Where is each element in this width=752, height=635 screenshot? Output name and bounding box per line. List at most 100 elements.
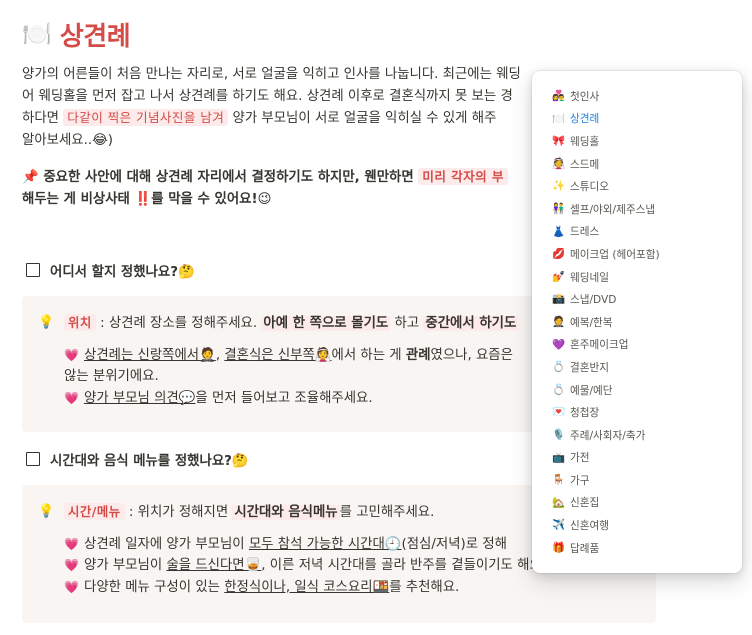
menu-item-label: 셀프/야외/제주스냅 bbox=[570, 203, 656, 216]
menu-item-7[interactable]: 💋 메이크업 (헤어포함) bbox=[532, 243, 742, 266]
list-item: 💗 다양한 메뉴 구성이 있는 한정식이나, 일식 코스요리🍱를 추천해요. bbox=[64, 577, 642, 599]
photo-highlight: 다같이 찍은 기념사진을 남겨 bbox=[63, 109, 229, 126]
intro-text: 하다면 bbox=[22, 111, 64, 126]
menu-item-19[interactable]: ✈️ 신혼여행 bbox=[532, 514, 742, 537]
heart-icon: 💗 bbox=[64, 390, 79, 405]
important-text: 를 막을 수 있어요!😉 bbox=[151, 191, 272, 207]
menu-item-icon: 🏡 bbox=[552, 496, 566, 509]
menu-item-label: 가구 bbox=[570, 474, 590, 487]
item-text: 상견례는 신랑쪽에서🤵 bbox=[84, 347, 216, 363]
menu-item-20[interactable]: 🎁 답례품 bbox=[532, 537, 742, 560]
callout-text-part: : 상견례 장소를 정해주세요. bbox=[95, 316, 262, 331]
menu-item-label: 청첩장 bbox=[570, 407, 600, 420]
menu-item-label: 웨딩네일 bbox=[570, 271, 609, 284]
menu-item-icon: ✈️ bbox=[552, 519, 566, 532]
menu-item-icon: ✨ bbox=[552, 180, 566, 193]
lightbulb-icon: 💡 bbox=[38, 504, 55, 519]
item-text: 한정식이나, 일식 코스요리🍱 bbox=[224, 579, 390, 595]
menu-item-label: 가전 bbox=[570, 452, 590, 465]
heart-icon: 💗 bbox=[64, 347, 79, 362]
menu-item-label: 결혼반지 bbox=[570, 361, 609, 374]
menu-item-icon: 🍽️ bbox=[552, 112, 566, 125]
menu-item-icon: 💋 bbox=[552, 248, 566, 261]
important-text: 해두는 게 비상사태 bbox=[22, 191, 135, 207]
menu-item-label: 답례품 bbox=[570, 542, 600, 555]
menu-item-1[interactable]: 🍽️ 상견례 bbox=[532, 108, 742, 131]
menu-item-6[interactable]: 👗 드레스 bbox=[532, 221, 742, 244]
item-text: 상견례 일자에 양가 부모님이 bbox=[84, 536, 249, 552]
menu-item-icon: 💍 bbox=[552, 361, 566, 374]
bold-highlight: 시간대와 음식메뉴 bbox=[232, 505, 340, 520]
menu-item-3[interactable]: 👰 스드메 bbox=[532, 153, 742, 176]
menu-item-icon: 💜 bbox=[552, 338, 566, 351]
menu-item-icon: 💌 bbox=[552, 406, 566, 419]
item-text: 않는 분위기에요. bbox=[64, 369, 159, 384]
menu-item-icon: 💍 bbox=[552, 383, 566, 396]
double-exclamation-icon: ‼️ bbox=[134, 191, 152, 207]
menu-item-14[interactable]: 💌 청첩장 bbox=[532, 401, 742, 424]
time-menu-tag: 시간/메뉴 bbox=[64, 503, 125, 520]
item-text: 였으나, 요즘은 bbox=[430, 347, 513, 363]
item-text: 에서 하는 게 bbox=[331, 347, 406, 363]
item-text: 결혼식은 신부쪽👰 bbox=[224, 347, 332, 363]
todo-time-menu: 시간대와 음식 메뉴를 정했나요?🤔 bbox=[26, 449, 249, 469]
menu-item-16[interactable]: 📺 가전 bbox=[532, 447, 742, 470]
menu-item-icon: 📺 bbox=[552, 451, 566, 464]
item-text: 양가 부모님 의견💬 bbox=[84, 390, 196, 406]
menu-item-label: 혼주메이크업 bbox=[570, 339, 629, 352]
page-link-menu: 👩‍❤️‍👨 첫인사 🍽️ 상견례 🎀 웨딩홀 👰 스드메 ✨ 스튜디오 👫 셀프/야외/제주스냅 👗 드… bbox=[532, 71, 742, 573]
menu-item-15[interactable]: 🎙️ 주례/사회자/축가 bbox=[532, 424, 742, 447]
menu-item-label: 스튜디오 bbox=[570, 181, 609, 194]
menu-item-icon: 👰 bbox=[552, 157, 566, 170]
bold-highlight: 아예 한 쪽으로 몰기도 bbox=[261, 316, 391, 331]
todo-label[interactable]: 어디서 할지 정했나요?🤔 bbox=[50, 260, 195, 280]
menu-item-label: 신혼여행 bbox=[570, 520, 609, 533]
menu-item-8[interactable]: 💅 웨딩네일 bbox=[532, 266, 742, 289]
todo-label[interactable]: 시간대와 음식 메뉴를 정했나요?🤔 bbox=[50, 449, 249, 469]
menu-item-icon: 🤵 bbox=[552, 315, 566, 328]
pin-icon: 📌 bbox=[22, 170, 39, 185]
callout-text-part: 하고 bbox=[390, 316, 424, 331]
menu-item-4[interactable]: ✨ 스튜디오 bbox=[532, 175, 742, 198]
page-header: 🍽️ 상견례 bbox=[22, 14, 131, 54]
dining-icon[interactable]: 🍽️ bbox=[22, 22, 52, 46]
menu-item-icon: 📸 bbox=[552, 293, 566, 306]
item-text: , 이른 저녁 시간대를 골라 반주를 곁들이기도 해요. bbox=[261, 558, 546, 573]
menu-item-icon: 👩‍❤️‍👨 bbox=[552, 90, 566, 103]
lightbulb-icon: 💡 bbox=[38, 315, 55, 330]
menu-item-17[interactable]: 🪑 가구 bbox=[532, 469, 742, 492]
menu-item-label: 웨딩홀 bbox=[570, 135, 600, 148]
menu-item-10[interactable]: 🤵 예복/한복 bbox=[532, 311, 742, 334]
item-text: 다양한 메뉴 구성이 있는 bbox=[84, 579, 225, 595]
menu-item-label: 드레스 bbox=[570, 226, 600, 239]
item-text: 를 추천해요. bbox=[389, 579, 460, 595]
item-text: 을 먼저 들어보고 조율해주세요. bbox=[195, 390, 373, 406]
bold-highlight: 중간에서 하기도 bbox=[423, 316, 519, 331]
item-text: 양가 부모님이 bbox=[84, 558, 167, 573]
todo-checkbox[interactable] bbox=[26, 452, 40, 466]
menu-item-12[interactable]: 💍 결혼반지 bbox=[532, 356, 742, 379]
menu-item-label: 메이크업 (헤어포함) bbox=[570, 248, 660, 261]
menu-item-label: 상견례 bbox=[570, 113, 600, 126]
item-text: 술을 드신다면🥃 bbox=[166, 558, 262, 573]
menu-item-icon: 🎀 bbox=[552, 135, 566, 148]
menu-item-2[interactable]: 🎀 웨딩홀 bbox=[532, 130, 742, 153]
menu-item-11[interactable]: 💜 혼주메이크업 bbox=[532, 334, 742, 357]
menu-item-9[interactable]: 📸 스냅/DVD bbox=[532, 288, 742, 311]
menu-item-icon: 👫 bbox=[552, 203, 566, 216]
menu-item-0[interactable]: 👩‍❤️‍👨 첫인사 bbox=[532, 85, 742, 108]
menu-item-label: 예복/한복 bbox=[570, 316, 613, 329]
item-text: 모두 참석 가능한 시간대🕘 bbox=[248, 536, 402, 552]
menu-item-5[interactable]: 👫 셀프/야외/제주스냅 bbox=[532, 198, 742, 221]
menu-item-label: 신혼집 bbox=[570, 497, 600, 510]
menu-item-label: 스냅/DVD bbox=[570, 294, 617, 307]
item-text: (점심/저녁)로 정해 bbox=[401, 536, 507, 552]
menu-item-icon: 🪑 bbox=[552, 474, 566, 487]
advance-highlight: 미리 각자의 부 bbox=[418, 168, 508, 185]
important-text: 중요한 사안에 대해 상견례 자리에서 결정하기도 하지만, 웬만하면 bbox=[43, 170, 419, 185]
page-title[interactable]: 상견례 bbox=[60, 16, 131, 53]
menu-item-label: 첫인사 bbox=[570, 90, 600, 103]
todo-checkbox[interactable] bbox=[26, 263, 40, 277]
menu-item-18[interactable]: 🏡 신혼집 bbox=[532, 492, 742, 515]
menu-item-13[interactable]: 💍 예물/예단 bbox=[532, 379, 742, 402]
